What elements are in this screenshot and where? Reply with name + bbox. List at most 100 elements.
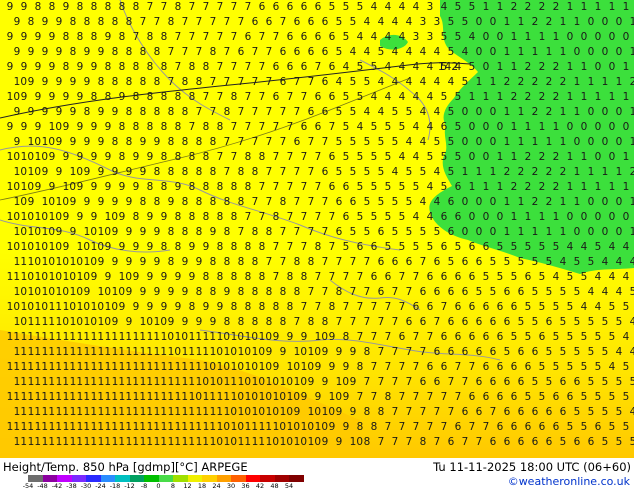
grid-value: 11 bbox=[77, 331, 90, 343]
grid-value: 2 bbox=[546, 196, 553, 208]
map-footer: Height/Temp. 850 hPa [gdmp][°C] ARPEGE T… bbox=[0, 458, 634, 490]
grid-value: 6 bbox=[294, 46, 301, 58]
grid-value: 6 bbox=[280, 76, 287, 88]
grid-value: 7 bbox=[280, 106, 287, 118]
grid-value: 1 bbox=[525, 31, 532, 43]
grid-value: 7 bbox=[217, 31, 224, 43]
grid-value: 4 bbox=[399, 151, 406, 163]
grid-value: 7 bbox=[259, 61, 266, 73]
grid-value: 6 bbox=[595, 421, 602, 433]
grid-value: 7 bbox=[140, 16, 147, 28]
grid-value: 8 bbox=[280, 316, 287, 328]
grid-value: 8 bbox=[357, 361, 364, 373]
grid-value: 1 bbox=[497, 1, 504, 13]
grid-value: 1 bbox=[511, 211, 518, 223]
grid-value: 6 bbox=[252, 16, 259, 28]
grid-value: 1 bbox=[630, 226, 634, 238]
grid-value: 5 bbox=[420, 226, 427, 238]
grid-value: 2 bbox=[553, 181, 560, 193]
grid-value: 6 bbox=[560, 406, 567, 418]
grid-value: 0 bbox=[490, 16, 497, 28]
grid-value: 5 bbox=[406, 166, 413, 178]
grid-value: 8 bbox=[35, 1, 42, 13]
grid-value: 9 bbox=[175, 181, 182, 193]
grid-value: 10 bbox=[98, 226, 111, 238]
grid-value: 6 bbox=[322, 16, 329, 28]
grid-value: 1 bbox=[483, 91, 490, 103]
grid-value: 8 bbox=[126, 76, 133, 88]
grid-value: 0 bbox=[497, 31, 504, 43]
grid-value: 9 bbox=[273, 361, 280, 373]
grid-value: 7 bbox=[413, 421, 420, 433]
grid-value: 8 bbox=[259, 151, 266, 163]
grid-value: 5 bbox=[455, 151, 462, 163]
grid-value: 6 bbox=[315, 91, 322, 103]
grid-value: 7 bbox=[259, 211, 266, 223]
grid-value: 5 bbox=[469, 61, 476, 73]
grid-value: 7 bbox=[322, 196, 329, 208]
grid-value: 7 bbox=[203, 91, 210, 103]
grid-value: 5 bbox=[490, 286, 497, 298]
grid-value: 10 bbox=[203, 361, 216, 373]
grid-value: 10 bbox=[217, 331, 230, 343]
grid-value: 6 bbox=[259, 1, 266, 13]
grid-value: 11 bbox=[84, 376, 97, 388]
grid-value: 9 bbox=[147, 151, 154, 163]
grid-value: 6 bbox=[553, 391, 560, 403]
grid-value: 6 bbox=[553, 421, 560, 433]
grid-value: 9 bbox=[91, 211, 98, 223]
grid-value: 6 bbox=[385, 271, 392, 283]
source-credit[interactable]: ©weatheronline.co.uk bbox=[508, 475, 630, 488]
grid-value: 7 bbox=[182, 46, 189, 58]
grid-value: 6 bbox=[518, 376, 525, 388]
grid-value: 8 bbox=[259, 301, 266, 313]
grid-value: 6 bbox=[371, 271, 378, 283]
grid-value: 4 bbox=[623, 331, 630, 343]
grid-value: 0 bbox=[609, 211, 616, 223]
grid-value: 5 bbox=[371, 61, 378, 73]
grid-value: 0 bbox=[476, 136, 483, 148]
grid-value: 2 bbox=[532, 106, 539, 118]
grid-value: 10 bbox=[35, 241, 48, 253]
grid-value: 10 bbox=[287, 391, 300, 403]
grid-value: 6 bbox=[532, 406, 539, 418]
grid-value: 7 bbox=[364, 256, 371, 268]
grid-value: 8 bbox=[238, 256, 245, 268]
grid-value: 11 bbox=[98, 376, 111, 388]
grid-value: 7 bbox=[476, 436, 483, 448]
grid-value: 5 bbox=[413, 181, 420, 193]
grid-value: 7 bbox=[315, 61, 322, 73]
grid-value: 8 bbox=[315, 241, 322, 253]
legend-tick-label: 30 bbox=[226, 482, 236, 490]
grid-value: 1 bbox=[469, 91, 476, 103]
grid-value: 0 bbox=[609, 61, 616, 73]
grid-value: 6 bbox=[434, 346, 441, 358]
grid-value: 10 bbox=[308, 406, 321, 418]
grid-value: 7 bbox=[252, 106, 259, 118]
grid-value: 11 bbox=[252, 436, 265, 448]
grid-value: 6 bbox=[273, 1, 280, 13]
grid-value: 0 bbox=[483, 61, 490, 73]
grid-value: 0 bbox=[588, 196, 595, 208]
grid-value: 5 bbox=[567, 331, 574, 343]
grid-value: 7 bbox=[252, 46, 259, 58]
grid-value: 5 bbox=[616, 406, 623, 418]
grid-value: 8 bbox=[224, 196, 231, 208]
grid-value: 8 bbox=[126, 16, 133, 28]
grid-value: 10 bbox=[42, 286, 55, 298]
grid-value: 6 bbox=[427, 301, 434, 313]
grid-value: 7 bbox=[490, 406, 497, 418]
grid-value: 8 bbox=[266, 316, 273, 328]
legend-swatch bbox=[100, 475, 115, 482]
grid-value: 11 bbox=[182, 376, 195, 388]
grid-value: 9 bbox=[98, 256, 105, 268]
grid-value: 11 bbox=[105, 391, 118, 403]
grid-value: 8 bbox=[112, 76, 119, 88]
grid-value: 4 bbox=[371, 31, 378, 43]
grid-value: 10 bbox=[238, 346, 251, 358]
grid-value: 11 bbox=[140, 376, 153, 388]
grid-value: 8 bbox=[189, 61, 196, 73]
grid-value: 7 bbox=[315, 301, 322, 313]
grid-value: 5 bbox=[336, 16, 343, 28]
grid-value: 10 bbox=[280, 376, 293, 388]
